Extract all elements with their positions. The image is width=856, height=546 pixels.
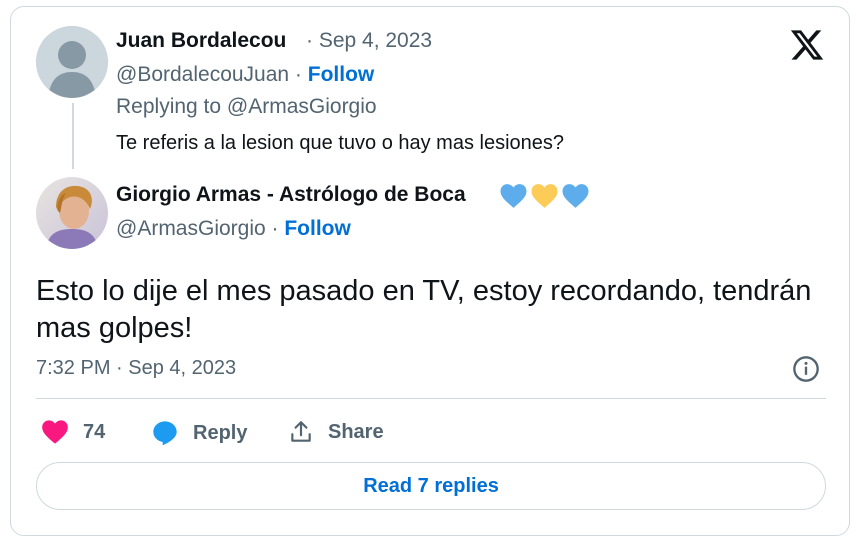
follow-button[interactable]: Follow [284, 217, 351, 240]
read-replies-button[interactable]: Read 7 replies [36, 462, 826, 510]
reply-label: Reply [193, 421, 248, 444]
parent-tweet-date[interactable]: · Sep 4, 2023 [306, 29, 432, 53]
main-author-name[interactable]: Giorgio Armas - Astrólogo de Boca [116, 183, 466, 207]
tweet-card: Juan Bordalecou · Sep 4, 2023 @Bordaleco… [10, 6, 850, 536]
blue-heart-icon [562, 184, 589, 208]
share-button[interactable]: Share [288, 419, 384, 445]
avatar[interactable] [36, 177, 108, 249]
avatar[interactable] [36, 26, 108, 98]
parent-author-name[interactable]: Juan Bordalecou [116, 29, 286, 53]
speech-bubble-icon [153, 421, 177, 446]
main-handle[interactable]: @ArmasGiorgio · [116, 217, 279, 240]
parent-handle[interactable]: @BordalecouJuan · [116, 63, 302, 86]
thread-line [72, 103, 74, 169]
info-icon[interactable] [792, 355, 820, 383]
divider [36, 398, 826, 399]
replying-to[interactable]: Replying to @ArmasGiorgio [116, 95, 377, 119]
blue-heart-icon [500, 184, 527, 208]
tweet-timestamp[interactable]: 7:32 PM · Sep 4, 2023 [36, 357, 236, 380]
share-label: Share [328, 420, 384, 443]
heart-icon [42, 420, 68, 444]
share-icon [291, 421, 311, 442]
parent-handle-line: @BordalecouJuan · Follow [116, 63, 374, 87]
main-handle-line: @ArmasGiorgio · Follow [116, 217, 351, 241]
yellow-heart-icon [531, 184, 558, 208]
x-logo-icon[interactable] [789, 27, 825, 63]
like-count: 74 [83, 420, 106, 443]
reply-button[interactable]: Reply [151, 419, 247, 447]
like-button[interactable]: 74 [41, 419, 105, 445]
follow-button[interactable]: Follow [308, 63, 375, 86]
parent-tweet-text: Te referis a la lesion que tuvo o hay ma… [116, 132, 565, 154]
name-emojis [499, 183, 590, 209]
main-tweet-text: Esto lo dije el mes pasado en TV, estoy … [36, 275, 812, 344]
read-replies-label: Read 7 replies [363, 474, 499, 497]
